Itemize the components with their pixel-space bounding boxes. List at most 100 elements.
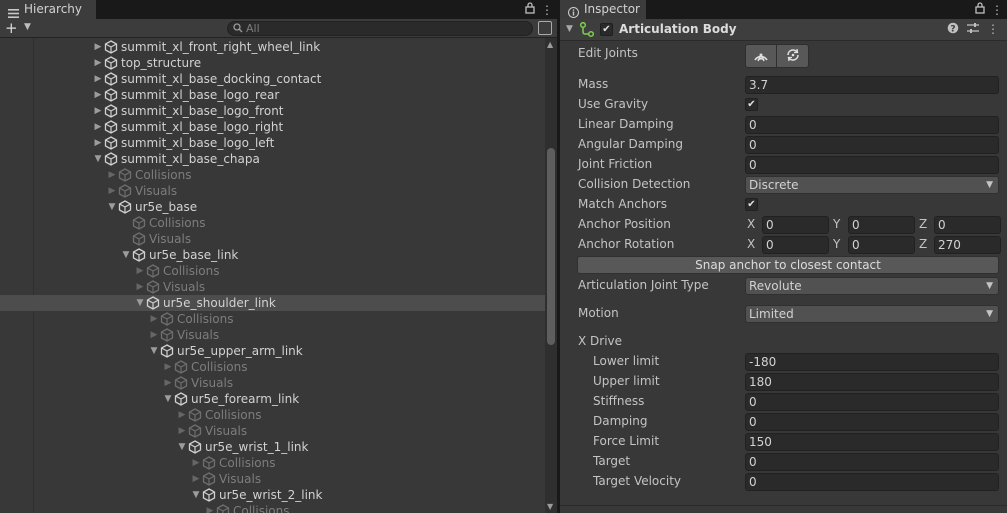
hierarchy-row[interactable]: ▼ ur5e_wrist_1_link	[0, 439, 545, 455]
collapse-arrow-icon[interactable]: ▶	[93, 119, 103, 135]
scroll-up-icon[interactable]: ▲	[547, 40, 553, 49]
collapse-arrow-icon[interactable]: ▶	[107, 183, 117, 199]
hierarchy-row[interactable]: ▶ Collisions	[0, 503, 545, 513]
hierarchy-row[interactable]: ▶ Collisions	[0, 455, 545, 471]
hierarchy-row[interactable]: ▼ ur5e_upper_arm_link	[0, 343, 545, 359]
xdrive-row-field[interactable]: 0	[745, 393, 999, 411]
hierarchy-row[interactable]: Visuals	[0, 231, 545, 247]
mass-field[interactable]: 3.7	[745, 76, 999, 94]
collapse-arrow-icon[interactable]: ▶	[107, 167, 117, 183]
articulation-body-header[interactable]: ▼ ✔ Articulation Body ? ⋮	[560, 19, 1007, 41]
collapse-arrow-icon[interactable]: ▶	[149, 327, 159, 343]
hierarchy-row[interactable]: ▶ Visuals	[0, 183, 545, 199]
collapse-arrow-icon[interactable]: ▶	[149, 311, 159, 327]
hierarchy-scrollbar[interactable]: ▲ ▼	[545, 38, 557, 513]
hierarchy-row[interactable]: ▶ Collisions	[0, 311, 545, 327]
collision-detection-dropdown[interactable]: Discrete ▼	[745, 176, 999, 194]
hierarchy-row[interactable]: ▶ summit_xl_base_logo_rear	[0, 87, 545, 103]
collapse-arrow-icon[interactable]: ▶	[205, 503, 215, 513]
collapse-arrow-icon[interactable]: ▶	[191, 455, 201, 471]
anchor-position-z-field[interactable]: 0	[934, 216, 1001, 234]
hierarchy-row[interactable]: ▼ ur5e_forearm_link	[0, 391, 545, 407]
lock-icon[interactable]	[975, 2, 985, 17]
add-button[interactable]: +	[5, 20, 18, 36]
expand-arrow-icon[interactable]: ▼	[121, 247, 131, 263]
match-anchors-checkbox[interactable]: ✔	[745, 198, 758, 211]
anchor-rotation-x-field[interactable]: 0	[762, 236, 829, 254]
hierarchy-search[interactable]	[227, 21, 533, 36]
xdrive-row-field[interactable]: 0	[745, 413, 999, 431]
collapse-arrow-icon[interactable]: ▶	[93, 71, 103, 87]
edit-joint-angular-button[interactable]	[745, 44, 777, 68]
collapse-arrow-icon[interactable]: ▶	[163, 375, 173, 391]
scene-visibility-icon[interactable]	[538, 21, 552, 35]
hierarchy-row[interactable]: ▶ Visuals	[0, 327, 545, 343]
hierarchy-row[interactable]: ▶ summit_xl_front_right_wheel_link	[0, 39, 545, 55]
expand-arrow-icon[interactable]: ▼	[177, 439, 187, 455]
anchor-position-x-field[interactable]: 0	[762, 216, 829, 234]
settings-sliders-icon[interactable]	[967, 22, 979, 37]
joint-type-dropdown[interactable]: Revolute ▼	[745, 277, 999, 295]
hierarchy-row[interactable]: ▶ summit_xl_base_logo_right	[0, 119, 545, 135]
motion-dropdown[interactable]: Limited ▼	[745, 305, 999, 323]
component-enabled-checkbox[interactable]: ✔	[600, 23, 613, 36]
search-input[interactable]	[246, 22, 516, 35]
hierarchy-row[interactable]: ▶ top_structure	[0, 55, 545, 71]
scroll-down-icon[interactable]: ▼	[547, 502, 553, 511]
hierarchy-row[interactable]: ▶ Collisions	[0, 407, 545, 423]
hierarchy-row[interactable]: ▼ ur5e_shoulder_link	[0, 295, 545, 311]
edit-joint-rotate-button[interactable]	[777, 44, 809, 68]
kebab-menu-icon[interactable]: ⋮	[987, 22, 999, 37]
linear-damping-field[interactable]: 0	[745, 116, 999, 134]
hierarchy-row[interactable]: ▼ summit_xl_base_chapa	[0, 151, 545, 167]
tab-hierarchy[interactable]: Hierarchy	[0, 0, 96, 19]
hierarchy-row[interactable]: ▼ ur5e_base_link	[0, 247, 545, 263]
hierarchy-row[interactable]: ▶ summit_xl_base_logo_left	[0, 135, 545, 151]
hierarchy-row[interactable]: ▶ summit_xl_base_docking_contact	[0, 71, 545, 87]
use-gravity-checkbox[interactable]: ✔	[745, 98, 758, 111]
snap-anchor-button[interactable]: Snap anchor to closest contact	[577, 256, 999, 274]
hierarchy-row[interactable]: ▶ Visuals	[0, 375, 545, 391]
xdrive-row-field[interactable]: -180	[745, 353, 999, 371]
expand-arrow-icon[interactable]: ▼	[93, 151, 103, 167]
collapse-arrow-icon[interactable]: ▶	[191, 471, 201, 487]
xdrive-row-field[interactable]: 0	[745, 453, 999, 471]
tab-inspector[interactable]: Inspector	[560, 0, 646, 19]
expand-arrow-icon[interactable]: ▼	[149, 343, 159, 359]
joint-friction-field[interactable]: 0	[745, 156, 999, 174]
collapse-arrow-icon[interactable]: ▶	[177, 407, 187, 423]
anchor-position-y-field[interactable]: 0	[848, 216, 915, 234]
hierarchy-row[interactable]: Collisions	[0, 215, 545, 231]
anchor-rotation-y-field[interactable]: 0	[848, 236, 915, 254]
collapse-arrow-icon[interactable]: ▶	[93, 87, 103, 103]
expand-arrow-icon[interactable]: ▼	[163, 391, 173, 407]
hierarchy-row[interactable]: ▶ Visuals	[0, 279, 545, 295]
collapse-arrow-icon[interactable]: ▶	[135, 263, 145, 279]
collapse-arrow-icon[interactable]: ▶	[93, 103, 103, 119]
collapse-arrow-icon[interactable]: ▶	[93, 39, 103, 55]
hierarchy-row[interactable]: ▶ summit_xl_base_logo_front	[0, 103, 545, 119]
expand-arrow-icon[interactable]: ▼	[191, 487, 201, 503]
collapse-arrow-icon[interactable]: ▶	[93, 135, 103, 151]
foldout-arrow-icon[interactable]: ▼	[566, 24, 573, 34]
hierarchy-row[interactable]: ▼ ur5e_base	[0, 199, 545, 215]
kebab-menu-icon[interactable]: ⋮	[541, 3, 553, 17]
hierarchy-row[interactable]: ▶ Collisions	[0, 167, 545, 183]
expand-arrow-icon[interactable]: ▼	[107, 199, 117, 215]
scrollbar-thumb[interactable]	[547, 148, 555, 345]
angular-damping-field[interactable]: 0	[745, 136, 999, 154]
kebab-menu-icon[interactable]: ⋮	[991, 3, 1003, 17]
lock-icon[interactable]	[525, 2, 535, 17]
collapse-arrow-icon[interactable]: ▶	[135, 279, 145, 295]
hierarchy-row[interactable]: ▶ Collisions	[0, 263, 545, 279]
xdrive-row-field[interactable]: 0	[745, 473, 999, 491]
collapse-arrow-icon[interactable]: ▶	[93, 55, 103, 71]
collapse-arrow-icon[interactable]: ▶	[163, 359, 173, 375]
hierarchy-row[interactable]: ▶ Visuals	[0, 423, 545, 439]
collapse-arrow-icon[interactable]: ▶	[177, 423, 187, 439]
expand-arrow-icon[interactable]: ▼	[135, 295, 145, 311]
hierarchy-row[interactable]: ▶ Visuals	[0, 471, 545, 487]
xdrive-row-field[interactable]: 150	[745, 433, 999, 451]
anchor-rotation-z-field[interactable]: 270	[934, 236, 1001, 254]
add-dropdown-arrow-icon[interactable]: ▼	[24, 22, 31, 32]
